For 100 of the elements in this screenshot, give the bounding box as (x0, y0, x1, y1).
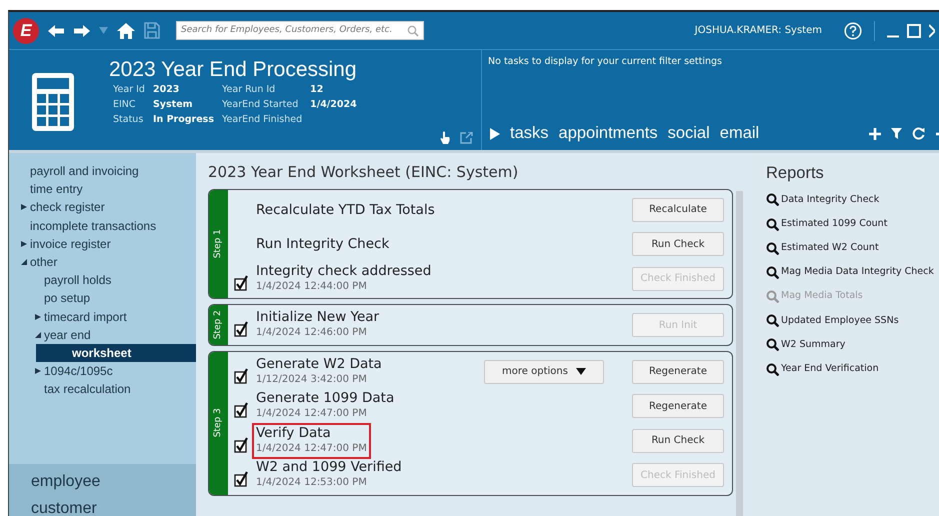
task-timestamp: 1/12/2024 3:42:00 PM (256, 372, 368, 387)
sidebar-item[interactable]: tax recalculation (9, 380, 196, 398)
field-label: Year Run Id (222, 83, 276, 97)
caret-icon (576, 368, 586, 376)
search-icon (407, 24, 419, 36)
task-timestamp: 1/4/2024 12:46:00 PM (256, 326, 368, 340)
collapsed-triangle-icon[interactable] (34, 368, 40, 374)
report-link[interactable]: Data Integrity Check (766, 188, 939, 212)
task-title: Initialize New Year (256, 309, 380, 326)
search-icon (766, 362, 779, 376)
home-icon[interactable] (116, 22, 136, 40)
search-field[interactable]: Search for Employees, Customers, Orders, etc. (176, 21, 424, 40)
action-button[interactable]: Recalculate (632, 198, 724, 222)
report-link[interactable]: Updated Employee SSNs (766, 308, 939, 333)
sidebar-item[interactable]: worksheet (36, 344, 196, 362)
panel-tab[interactable]: email (720, 121, 760, 146)
action-button[interactable]: Regenerate (632, 360, 724, 384)
expanded-triangle-icon[interactable] (20, 259, 26, 266)
sidebar-item[interactable]: incomplete transactions (9, 216, 196, 235)
report-link[interactable]: Year End Verification (766, 357, 939, 382)
user-name[interactable]: JOSHUA.KRAMER: System (694, 23, 822, 38)
task-timestamp: 1/4/2024 12:47:00 PM (256, 407, 368, 422)
section-link[interactable]: employee (31, 468, 196, 495)
sidebar-item[interactable]: po setup (9, 289, 196, 308)
collapsed-triangle-icon[interactable] (20, 204, 26, 210)
hand-pointer-icon[interactable] (440, 131, 450, 144)
collapsed-triangle-icon[interactable] (34, 314, 40, 320)
action-button[interactable]: Run Check (632, 428, 724, 453)
page-title: 2023 Year End Processing (109, 58, 357, 82)
report-link[interactable]: Estimated 1099 Count (766, 212, 939, 236)
sidebar-item[interactable]: invoice register (9, 234, 196, 253)
sidebar-item[interactable]: time entry (9, 180, 196, 198)
empty-message: No tasks to display for your current filter settings (487, 55, 723, 69)
sidebar-item[interactable]: 1094c/1095c (9, 362, 196, 380)
external-link-icon[interactable] (460, 132, 473, 144)
step-label: Step 1 (212, 229, 224, 258)
field-label: YearEnd Finished (222, 113, 302, 127)
field-value: 2023 (152, 83, 180, 97)
task-title: Verify Data (256, 424, 332, 441)
search-icon (766, 193, 779, 206)
checkbox-checked-icon[interactable] (234, 368, 248, 384)
sidebar-item[interactable]: payroll holds (9, 271, 196, 290)
logo[interactable]: E (13, 18, 39, 44)
field-value: 12 (310, 83, 324, 97)
task-title: Generate W2 Data (256, 356, 382, 372)
task-title: Generate 1099 Data (256, 390, 394, 406)
task-timestamp: 1/4/2024 12:53:00 PM (256, 476, 368, 490)
search-icon (766, 218, 779, 231)
action-button[interactable]: Run Check (632, 232, 724, 256)
filter-icon[interactable] (891, 128, 902, 140)
expand-icon[interactable] (490, 128, 500, 140)
field-value: System (152, 98, 194, 112)
panel-tab[interactable]: appointments (558, 121, 658, 146)
task-title: W2 and 1099 Verified (256, 459, 402, 476)
sidebar-item[interactable]: year end (9, 326, 196, 344)
refresh-icon[interactable] (912, 127, 925, 140)
sidebar-item[interactable]: check register (9, 198, 196, 217)
more-options-button[interactable]: more options (484, 360, 604, 384)
sidebar-item[interactable]: other (9, 252, 196, 272)
forward-arrow-icon[interactable] (73, 24, 91, 38)
step-label: Step 3 (212, 408, 224, 438)
report-link[interactable]: W2 Summary (766, 332, 939, 358)
reports-title: Reports (766, 163, 825, 184)
maximize-icon[interactable] (907, 24, 921, 38)
task-title: Run Integrity Check (256, 236, 390, 252)
checkbox-checked-icon[interactable] (234, 402, 248, 418)
plus-icon[interactable] (869, 128, 881, 140)
field-label: YearEnd Started (222, 98, 300, 112)
task-timestamp: 1/4/2024 12:47:00 PM (256, 442, 367, 456)
collapsed-triangle-icon[interactable] (20, 240, 26, 247)
field-label: Status (113, 113, 144, 127)
task-title: Integrity check addressed (256, 262, 432, 279)
worksheet-title: 2023 Year End Worksheet (EINC: System) (208, 162, 520, 183)
action-button[interactable]: Regenerate (632, 394, 724, 418)
checkbox-checked-icon[interactable] (234, 321, 248, 338)
calculator-icon (31, 72, 75, 132)
task-timestamp: 1/4/2024 12:44:00 PM (256, 280, 368, 294)
step-label: Step 2 (212, 310, 224, 340)
back-arrow-icon[interactable] (47, 24, 65, 38)
panel-tab[interactable]: tasks (510, 121, 549, 146)
search-icon (766, 314, 779, 328)
section-link[interactable]: customer (31, 495, 196, 516)
field-value: 1/4/2024 (310, 98, 357, 112)
sidebar-item[interactable]: payroll and invoicing (9, 162, 196, 180)
sidebar-item[interactable]: timecard import (9, 308, 196, 326)
field-label: Year Id (113, 83, 145, 97)
search-icon (766, 290, 779, 304)
checkbox-checked-icon[interactable] (234, 436, 248, 453)
field-value: In Progress (152, 113, 214, 127)
report-link[interactable]: Mag Media Data Integrity Check (766, 260, 939, 284)
field-label: EINC (113, 98, 137, 112)
checkbox-checked-icon[interactable] (234, 471, 248, 488)
scrollbar[interactable] (736, 191, 743, 516)
report-link[interactable]: Estimated W2 Count (766, 236, 939, 260)
expanded-triangle-icon[interactable] (34, 332, 40, 338)
task-title: Recalculate YTD Tax Totals (256, 202, 435, 218)
search-icon (766, 242, 779, 255)
checkbox-checked-icon[interactable] (234, 274, 248, 291)
help-icon[interactable] (844, 22, 862, 40)
panel-tab[interactable]: social (668, 121, 710, 146)
